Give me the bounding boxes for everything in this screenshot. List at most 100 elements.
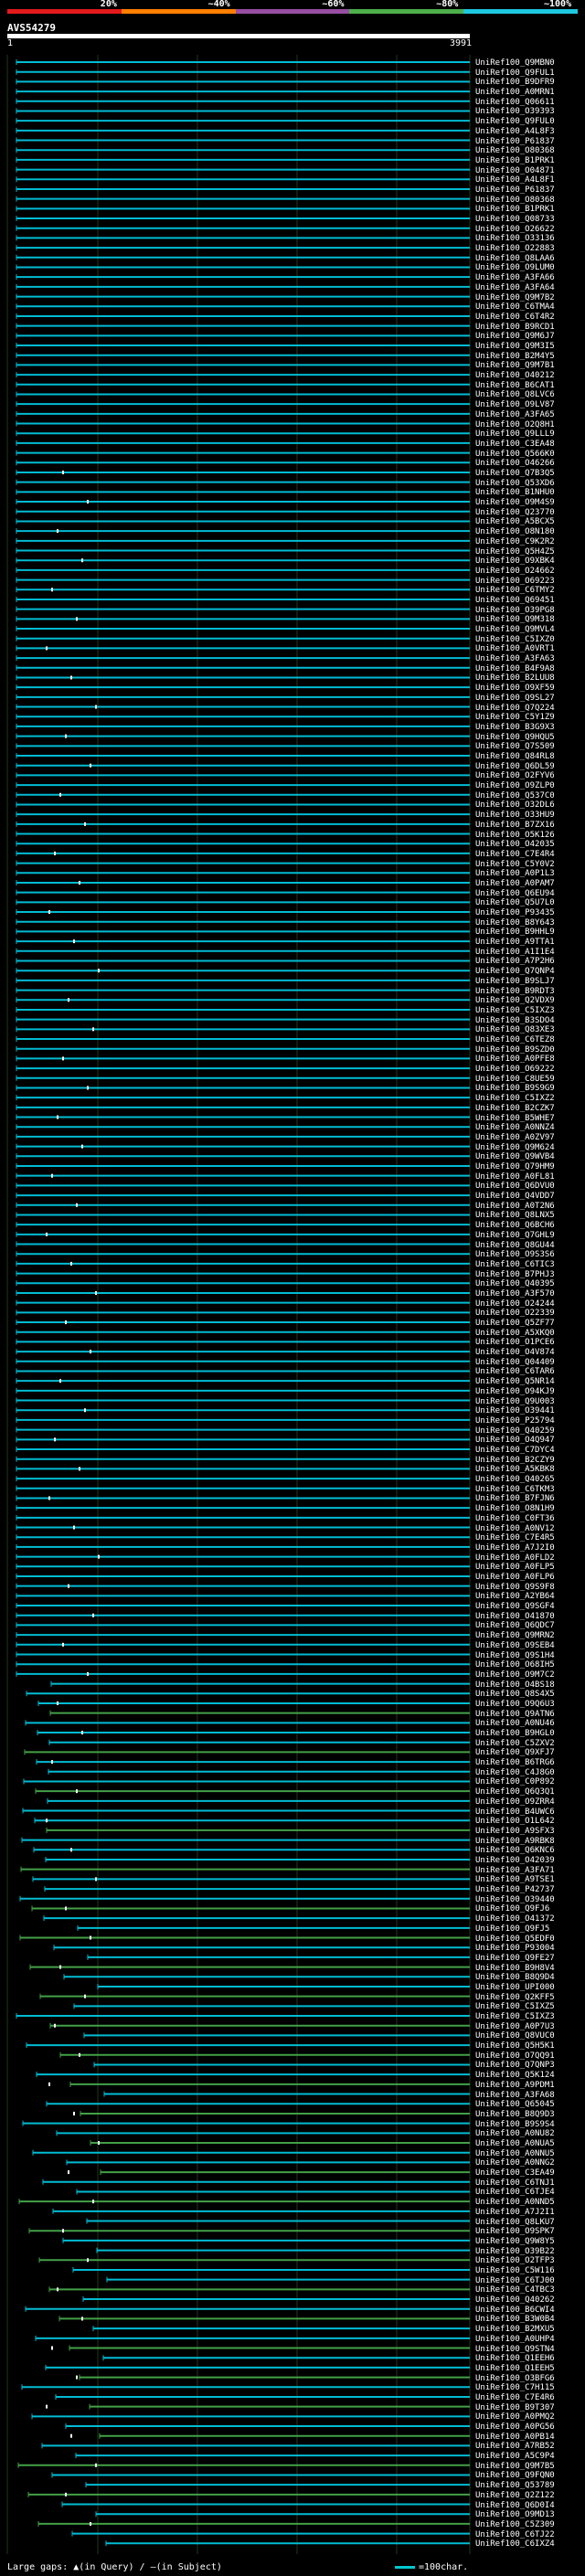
hit-label[interactable]: UniRef100_C5IXZ0 (475, 635, 555, 644)
hit-label[interactable]: UniRef100_C6TJ00 (475, 2276, 555, 2285)
hit-label[interactable]: UniRef100_O39440 (475, 1895, 555, 1904)
hit-label[interactable]: UniRef100_Q5NR14 (475, 1377, 555, 1386)
hit-label[interactable]: UniRef100_Q8GU44 (475, 1241, 555, 1250)
hit-label[interactable]: UniRef100_C6TEZ8 (475, 1035, 555, 1044)
hit-label[interactable]: UniRef100_Q6Q3Q1 (475, 1787, 555, 1797)
hit-label[interactable]: UniRef100_Q7GHL9 (475, 1231, 555, 1240)
hit-label[interactable]: UniRef100_O9M7C2 (475, 1670, 555, 1680)
hit-label[interactable]: UniRef100_A9SFX3 (475, 1827, 555, 1836)
hit-label[interactable]: UniRef100_A0PG56 (475, 2422, 555, 2432)
hit-label[interactable]: UniRef100_O8N1H9 (475, 1504, 555, 1513)
hit-label[interactable]: UniRef100_B9SLJ7 (475, 977, 555, 986)
hit-label[interactable]: UniRef100_A0FLP5 (475, 1563, 555, 1572)
hit-label[interactable]: UniRef100_O2FYV6 (475, 771, 555, 780)
hit-label[interactable]: UniRef100_B7ZX16 (475, 821, 555, 830)
hit-label[interactable]: UniRef100_O69222 (475, 1065, 555, 1074)
hit-label[interactable]: UniRef100_Q1EEH6 (475, 2354, 555, 2363)
hit-label[interactable]: UniRef100_C9K2R2 (475, 537, 555, 546)
hit-label[interactable]: UniRef100_O5K126 (475, 831, 555, 840)
hit-label[interactable]: UniRef100_Q9SGF4 (475, 1602, 555, 1611)
hit-label[interactable]: UniRef100_B8Q9D4 (475, 1973, 555, 1982)
hit-label[interactable]: UniRef100_Q79HM9 (475, 1162, 555, 1171)
hit-label[interactable]: UniRef100_Q04409 (475, 1358, 555, 1367)
hit-label[interactable]: UniRef100_B2M4Y5 (475, 352, 555, 361)
hit-label[interactable]: UniRef100_A0PFE8 (475, 1055, 555, 1064)
hit-label[interactable]: UniRef100_Q84RL8 (475, 752, 555, 761)
hit-label[interactable]: UniRef100_Q9M7B5 (475, 2462, 555, 2471)
hit-label[interactable]: UniRef100_C3EA49 (475, 2168, 555, 2178)
hit-label[interactable]: UniRef100_A3FA64 (475, 283, 555, 292)
hit-label[interactable]: UniRef100_Q65045 (475, 2100, 555, 2109)
hit-label[interactable]: UniRef100_A3FA68 (475, 2091, 555, 2100)
hit-label[interactable]: UniRef100_B8Y643 (475, 918, 555, 928)
hit-label[interactable]: UniRef100_A0PAM7 (475, 879, 555, 888)
hit-label[interactable]: UniRef100_A0NNZ4 (475, 1123, 555, 1132)
hit-label[interactable]: UniRef100_A0NUA5 (475, 2139, 555, 2148)
hit-label[interactable]: UniRef100_C6IXZ4 (475, 2539, 555, 2549)
hit-label[interactable]: UniRef100_P93435 (475, 908, 555, 917)
hit-label[interactable]: UniRef100_Q5ZF77 (475, 1319, 555, 1328)
hit-label[interactable]: UniRef100_O9SPK7 (475, 2227, 555, 2236)
hit-label[interactable]: UniRef100_C7E4R4 (475, 850, 555, 859)
hit-label[interactable]: UniRef100_Q5EDF0 (475, 1935, 555, 1944)
hit-label[interactable]: UniRef100_O39441 (475, 1406, 555, 1415)
hit-label[interactable]: UniRef100_Q9FQN0 (475, 2471, 555, 2480)
hit-label[interactable]: UniRef100_O39393 (475, 107, 555, 116)
hit-label[interactable]: UniRef100_Q7QNP4 (475, 967, 555, 976)
hit-label[interactable]: UniRef100_A9TSE1 (475, 1875, 555, 1884)
hit-label[interactable]: UniRef100_Q40262 (475, 2295, 555, 2305)
hit-label[interactable]: UniRef100_A5BCX5 (475, 517, 555, 526)
hit-label[interactable]: UniRef100_C6TIC3 (475, 1260, 555, 1269)
hit-label[interactable]: UniRef100_Q5K124 (475, 2071, 555, 2080)
hit-label[interactable]: UniRef100_C6TMY2 (475, 586, 555, 595)
hit-label[interactable]: UniRef100_O9XF59 (475, 684, 555, 693)
hit-label[interactable]: UniRef100_O9Q6U3 (475, 1700, 555, 1709)
hit-label[interactable]: UniRef100_O32DL6 (475, 800, 555, 810)
hit-label[interactable]: UniRef100_A7J2I1 (475, 2208, 555, 2217)
hit-label[interactable]: UniRef100_Q7QNP3 (475, 2061, 555, 2070)
hit-label[interactable]: UniRef100_B3SDO4 (475, 1016, 555, 1025)
hit-label[interactable]: UniRef100_Q6KNC6 (475, 1846, 555, 1855)
hit-label[interactable]: UniRef100_Q9FJ6 (475, 1904, 549, 1913)
hit-label[interactable]: UniRef100_A2YB64 (475, 1592, 555, 1601)
hit-label[interactable]: UniRef100_Q5H4Z5 (475, 547, 555, 557)
hit-label[interactable]: UniRef100_Q2Z122 (475, 2491, 555, 2500)
hit-label[interactable]: UniRef100_Q8S4X5 (475, 1690, 555, 1699)
hit-label[interactable]: UniRef100_P93004 (475, 1944, 555, 1953)
hit-label[interactable]: UniRef100_Q9LLL9 (475, 429, 555, 439)
hit-label[interactable]: UniRef100_B2LUU8 (475, 673, 555, 683)
hit-label[interactable]: UniRef100_Q08733 (475, 215, 555, 224)
hit-label[interactable]: UniRef100_B9S9S4 (475, 2120, 555, 2129)
hit-label[interactable]: UniRef100_O9ZLP0 (475, 781, 555, 790)
hit-label[interactable]: UniRef100_Q9FUL0 (475, 117, 555, 126)
hit-label[interactable]: UniRef100_Q9M6J7 (475, 332, 555, 341)
hit-label[interactable]: UniRef100_O41870 (475, 1612, 555, 1621)
hit-label[interactable]: UniRef100_C5IXZ5 (475, 2002, 555, 2011)
hit-label[interactable]: UniRef100_C0FT36 (475, 1514, 555, 1523)
hit-label[interactable]: UniRef100_B5WHE7 (475, 1114, 555, 1123)
hit-label[interactable]: UniRef100_O24244 (475, 1299, 555, 1309)
hit-label[interactable]: UniRef100_A3FA71 (475, 1866, 555, 1875)
hit-label[interactable]: UniRef100_A9RBK8 (475, 1837, 555, 1846)
hit-label[interactable]: UniRef100_O46266 (475, 459, 555, 468)
hit-label[interactable]: UniRef100_O26622 (475, 225, 555, 234)
hit-label[interactable]: UniRef100_A0NND5 (475, 2198, 555, 2207)
hit-label[interactable]: UniRef100_Q9ATN6 (475, 1710, 555, 1719)
hit-label[interactable]: UniRef100_A9TTA1 (475, 938, 555, 947)
hit-label[interactable]: UniRef100_O22339 (475, 1309, 555, 1318)
hit-label[interactable]: UniRef100_B9SZD0 (475, 1045, 555, 1055)
hit-label[interactable]: UniRef100_O68IH5 (475, 1660, 555, 1670)
hit-label[interactable]: UniRef100_C6TJ22 (475, 2530, 555, 2539)
hit-label[interactable]: UniRef100_O80368 (475, 146, 555, 155)
hit-label[interactable]: UniRef100_B2MXU5 (475, 2325, 555, 2334)
hit-label[interactable]: UniRef100_Q7B3Q5 (475, 469, 555, 478)
hit-label[interactable]: UniRef100_O39B22 (475, 2247, 555, 2256)
hit-label[interactable]: UniRef100_C5Y0V2 (475, 860, 555, 869)
hit-label[interactable]: UniRef100_C8UE59 (475, 1075, 555, 1084)
hit-label[interactable]: UniRef100_O7QQ91 (475, 2051, 555, 2061)
hit-label[interactable]: UniRef100_C5ZXV2 (475, 1739, 555, 1748)
hit-label[interactable]: UniRef100_C6T4R2 (475, 313, 555, 322)
hit-label[interactable]: UniRef100_A4L8F1 (475, 175, 555, 185)
hit-label[interactable]: UniRef100_Q9MRN2 (475, 1631, 555, 1640)
hit-label[interactable]: UniRef100_B7PHJ3 (475, 1270, 555, 1279)
